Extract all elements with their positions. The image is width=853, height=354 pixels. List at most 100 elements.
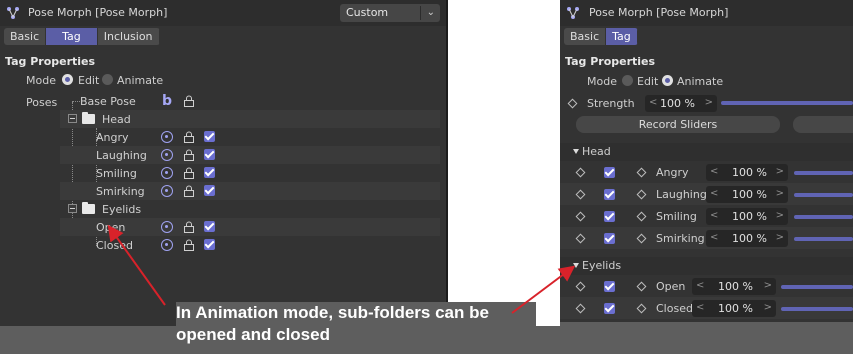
keyframe-icon[interactable] [575,281,586,292]
increment-icon[interactable]: > [776,166,784,177]
pose-strength-field[interactable]: < 100 % > [692,278,776,295]
tree-row-base-pose[interactable]: Base Pose b [60,92,440,110]
pose-slider[interactable] [794,171,853,175]
strength-slider[interactable] [721,101,853,105]
decrement-icon[interactable]: < [710,166,718,177]
increment-icon[interactable]: > [764,302,772,313]
expand-triangle-icon[interactable] [573,149,579,154]
pose-enable-checkbox[interactable] [604,167,615,178]
keyframe-icon[interactable] [636,233,647,244]
decrement-icon[interactable]: < [710,210,718,221]
pose-enable-checkbox[interactable] [204,149,215,160]
pose-enable-checkbox[interactable] [604,303,615,314]
group-head-header[interactable]: Head [560,143,853,161]
lock-icon[interactable] [183,239,195,251]
tree-row-pose-smirking[interactable]: Smirking [60,182,440,200]
keyframe-icon[interactable] [575,233,586,244]
pose-slider[interactable] [794,237,853,241]
decrement-icon[interactable]: < [696,280,704,291]
target-icon[interactable] [161,131,173,143]
left-attribute-panel: Pose Morph [Pose Morph] Custom ⌄ Basic T… [0,0,446,326]
increment-icon[interactable]: > [776,210,784,221]
base-pose-label: Base Pose [80,95,136,108]
pose-enable-checkbox[interactable] [604,211,615,222]
decrement-icon[interactable]: < [649,97,657,108]
mode-label: Mode [587,75,617,88]
tree-row-pose-closed[interactable]: Closed [60,236,440,254]
target-icon[interactable] [161,167,173,179]
mode-animate-radio[interactable] [102,74,113,85]
lock-icon[interactable] [183,131,195,143]
pose-label: Smiling [656,210,697,223]
increment-icon[interactable]: > [705,97,713,108]
tree-row-pose-angry[interactable]: Angry [60,128,440,146]
secondary-button[interactable] [793,116,853,133]
keyframe-icon[interactable] [636,167,647,178]
pose-strength-field[interactable]: < 100 % > [692,300,776,317]
pose-enable-checkbox[interactable] [604,233,615,244]
collapse-icon[interactable] [68,204,77,213]
mode-animate-radio[interactable] [662,75,673,86]
mode-edit-radio[interactable] [622,75,633,86]
lock-icon[interactable] [183,167,195,179]
tree-row-pose-smiling[interactable]: Smiling [60,164,440,182]
pose-label: Open [96,221,126,234]
group-eyelids-header[interactable]: Eyelids [560,257,853,275]
keyframe-icon[interactable] [636,281,647,292]
keyframe-icon[interactable] [636,189,647,200]
keyframe-icon[interactable] [575,189,586,200]
tab-tag[interactable]: Tag [46,28,98,45]
tree-row-folder-head[interactable]: Head [60,110,440,128]
lock-icon[interactable] [183,149,195,161]
mode-edit-radio[interactable] [62,74,73,85]
increment-icon[interactable]: > [764,280,772,291]
pose-label: Laughing [96,149,147,162]
tab-inclusion[interactable]: Inclusion [97,28,160,45]
pose-enable-checkbox[interactable] [204,239,215,250]
lock-icon[interactable] [183,221,195,233]
pose-enable-checkbox[interactable] [604,189,615,200]
target-icon[interactable] [161,185,173,197]
lock-icon[interactable] [183,185,195,197]
record-sliders-button[interactable]: Record Sliders [576,116,780,133]
tab-tag[interactable]: Tag [606,28,638,45]
increment-icon[interactable]: > [776,232,784,243]
keyframe-icon[interactable] [636,303,647,314]
decrement-icon[interactable]: < [710,232,718,243]
pose-slider[interactable] [794,215,853,219]
target-icon[interactable] [161,239,173,251]
tab-basic[interactable]: Basic [564,28,607,45]
keyframe-icon[interactable] [575,211,586,222]
tree-row-folder-eyelids[interactable]: Eyelids [60,200,440,218]
tab-basic[interactable]: Basic [4,28,47,45]
strength-field[interactable]: < 100 % > [645,95,717,112]
pose-enable-checkbox[interactable] [604,281,615,292]
keyframe-icon[interactable] [575,167,586,178]
tree-row-pose-open[interactable]: Open [60,218,440,236]
pose-strength-field[interactable]: < 100 % > [706,208,788,225]
pose-enable-checkbox[interactable] [204,131,215,142]
pose-strength-field[interactable]: < 100 % > [706,164,788,181]
expand-triangle-icon[interactable] [573,263,579,268]
pose-slider[interactable] [781,307,853,311]
keyframe-icon[interactable] [567,98,578,109]
pose-enable-checkbox[interactable] [204,185,215,196]
tree-row-pose-laughing[interactable]: Laughing [60,146,440,164]
collapse-icon[interactable] [68,114,77,123]
decrement-icon[interactable]: < [696,302,704,313]
pose-slider[interactable] [794,193,853,197]
pose-enable-checkbox[interactable] [204,167,215,178]
increment-icon[interactable]: > [776,188,784,199]
pose-strength-field[interactable]: < 100 % > [706,186,788,203]
target-icon[interactable] [161,221,173,233]
keyframe-icon[interactable] [575,303,586,314]
decrement-icon[interactable]: < [710,188,718,199]
layout-dropdown[interactable]: Custom ⌄ [340,4,440,22]
pose-enable-checkbox[interactable] [204,221,215,232]
pose-morph-icon [7,7,19,19]
lock-icon[interactable] [183,95,195,107]
keyframe-icon[interactable] [636,211,647,222]
pose-strength-field[interactable]: < 100 % > [706,230,788,247]
pose-slider[interactable] [781,285,853,289]
target-icon[interactable] [161,149,173,161]
